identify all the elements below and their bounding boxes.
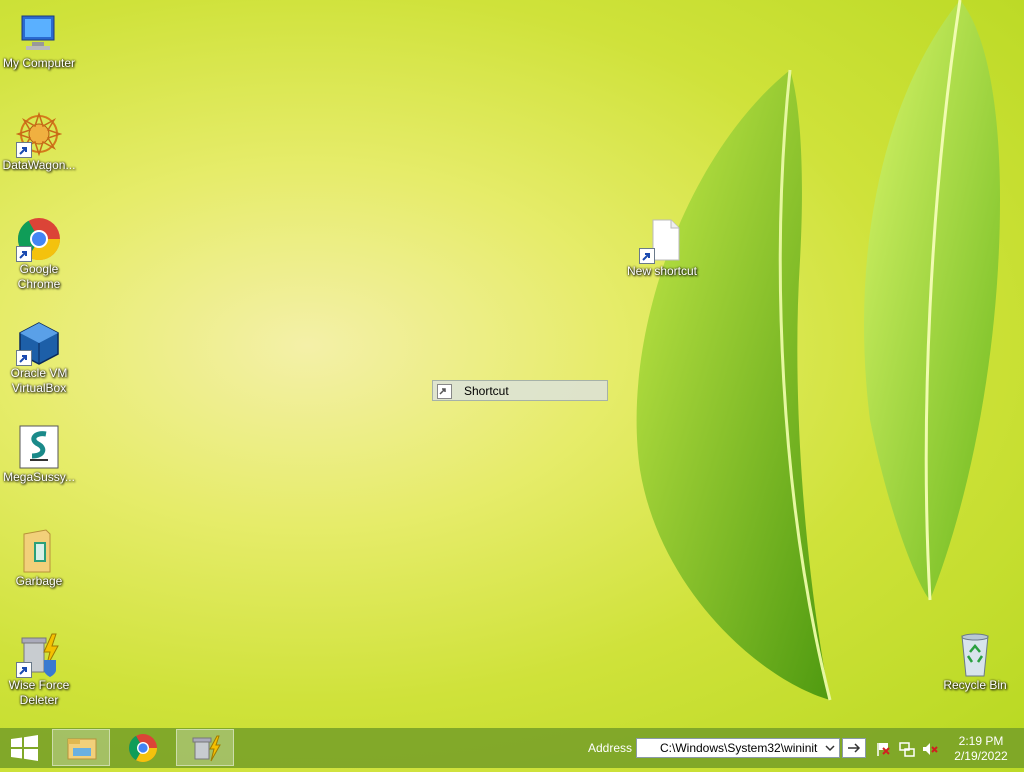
desktop-icon-megasussy[interactable]: MegaSussy... — [1, 424, 77, 485]
chevron-down-icon[interactable] — [823, 740, 837, 756]
network-icon[interactable] — [899, 741, 915, 757]
virtualbox-cube-icon — [16, 320, 62, 366]
recycle-bin-icon — [952, 632, 998, 678]
trash-bolt-icon — [192, 735, 221, 762]
windows-logo-icon — [11, 735, 38, 761]
shortcut-arrow-icon — [437, 384, 452, 399]
start-button[interactable] — [0, 729, 58, 766]
shortcut-menu-item[interactable]: Shortcut — [432, 380, 608, 401]
speaker-muted-icon[interactable] — [922, 741, 938, 757]
desktop-icon-virtualbox[interactable]: Oracle VM VirtualBox — [1, 320, 77, 396]
desktop-icon-google-chrome[interactable]: Google Chrome — [1, 216, 77, 292]
taskbar: Address C:\Windows\System32\wininit 2:19… — [0, 728, 1024, 768]
desktop-icon-recycle-bin[interactable]: Recycle Bin — [937, 632, 1013, 693]
chrome-icon — [16, 216, 62, 262]
address-value: C:\Windows\System32\wininit — [660, 741, 818, 755]
sunburst-icon — [15, 111, 63, 158]
chrome-icon — [129, 734, 157, 762]
taskbar-chrome[interactable] — [114, 729, 172, 766]
desktop-icon-my-computer[interactable]: My Computer — [1, 10, 77, 71]
file-explorer-icon — [67, 738, 97, 760]
desktop-icon-garbage-folder[interactable]: Garbage — [1, 528, 77, 589]
address-label: Address — [588, 741, 633, 755]
blank-document-icon — [639, 218, 685, 264]
shortcut-arrow-icon — [16, 662, 32, 678]
trash-shield-icon — [16, 632, 62, 678]
shortcut-arrow-icon — [639, 248, 655, 264]
address-go-button[interactable] — [842, 738, 866, 758]
shortcut-arrow-icon — [16, 142, 32, 158]
clock-time: 2:19 PM — [958, 734, 1004, 748]
action-center-flag-icon[interactable] — [875, 741, 891, 757]
desktop-icon-new-shortcut[interactable]: New shortcut — [624, 218, 700, 279]
folder-icon — [16, 528, 62, 574]
desktop-icon-datawagon[interactable]: DataWagon... — [1, 111, 77, 173]
shortcut-arrow-icon — [16, 350, 32, 366]
wallpaper-leaves — [636, 0, 1000, 701]
arrow-right-icon — [848, 743, 861, 753]
script-file-icon — [16, 424, 62, 470]
shortcut-arrow-icon — [16, 246, 32, 262]
system-clock[interactable]: 2:19 PM 2/19/2022 — [946, 734, 1016, 764]
address-input[interactable]: C:\Windows\System32\wininit — [636, 738, 840, 758]
desktop-icon-wise-force-deleter[interactable]: Wise Force Deleter — [1, 632, 77, 708]
taskbar-wise-force-deleter[interactable] — [176, 729, 234, 766]
taskbar-file-explorer[interactable] — [52, 729, 110, 766]
computer-icon — [16, 10, 62, 56]
clock-date: 2/19/2022 — [954, 749, 1008, 763]
